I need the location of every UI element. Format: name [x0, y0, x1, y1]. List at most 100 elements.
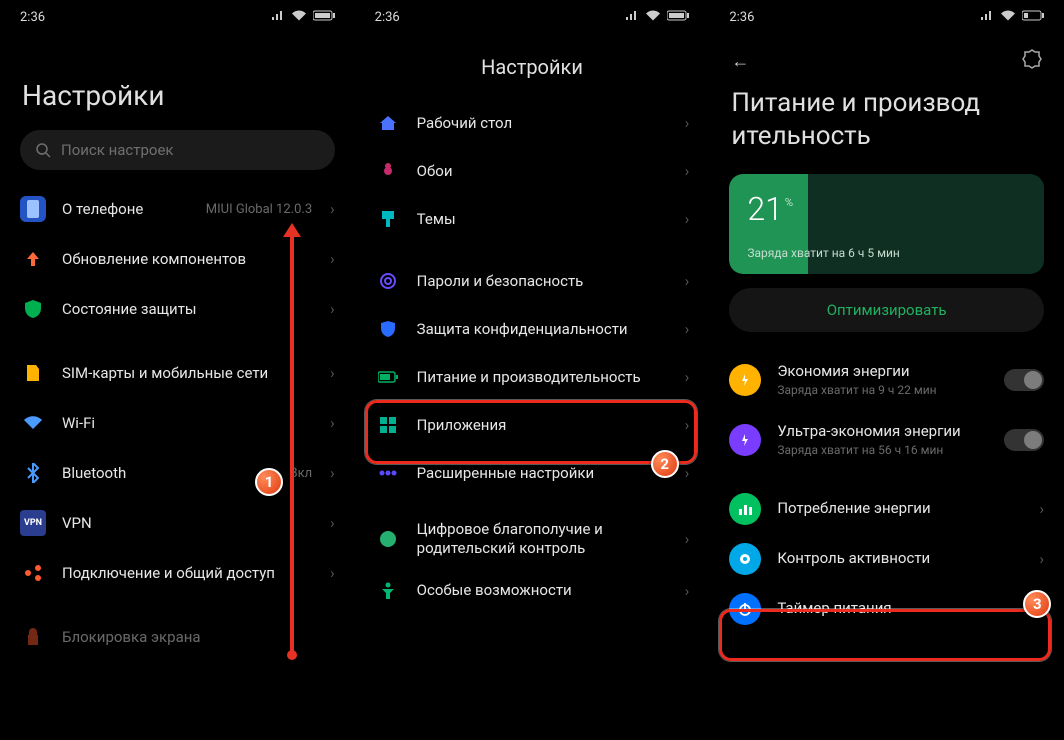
row-privacy[interactable]: Защита конфиденциальности ›	[357, 305, 708, 353]
battery-estimate: Заряда хватит на 6 ч 5 мин	[747, 246, 900, 260]
row-label: Обои	[417, 162, 669, 181]
chevron-right-icon: ›	[685, 114, 690, 132]
optimize-button[interactable]: Оптимизировать	[729, 288, 1044, 332]
phone-screen-2: 2:36 Настройки Рабочий стол › Обои › Тем…	[355, 0, 710, 740]
row-wallpaper[interactable]: Обои ›	[357, 147, 708, 195]
row-power-timer[interactable]: Таймер питания ›	[711, 584, 1062, 634]
shield-icon	[20, 296, 46, 322]
chevron-right-icon: ›	[330, 200, 335, 218]
battery-icon	[1022, 10, 1044, 25]
row-bluetooth[interactable]: Bluetooth Вкл ›	[2, 448, 353, 498]
wifi-row-icon	[20, 410, 46, 436]
row-sim[interactable]: SIM-карты и мобильные сети ›	[2, 348, 353, 398]
header-bar: ←	[711, 31, 1062, 81]
row-battery-saver[interactable]: Экономия энергии Заряда хватит на 9 ч 22…	[711, 350, 1062, 410]
arrow-up-icon	[20, 246, 46, 272]
signal-icon	[625, 10, 639, 25]
chevron-right-icon: ›	[330, 250, 335, 268]
search-placeholder: Поиск настроек	[61, 141, 174, 159]
row-label: Состояние защиты	[62, 300, 314, 319]
chevron-right-icon: ›	[330, 414, 335, 432]
row-sharing[interactable]: Подключение и общий доступ ›	[2, 548, 353, 598]
row-label: Таймер питания	[777, 599, 1023, 618]
row-label: Питание и производительность	[417, 368, 669, 387]
annotation-badge-1: 1	[255, 468, 283, 496]
row-label: Ультра-экономия энергии	[777, 422, 988, 441]
row-label: Расширенные настройки	[417, 464, 669, 483]
row-passwords[interactable]: Пароли и безопасность ›	[357, 257, 708, 305]
chevron-right-icon: ›	[330, 464, 335, 482]
row-activity-control[interactable]: Контроль активности ›	[711, 534, 1062, 584]
ultra-saver-icon	[729, 424, 761, 456]
row-label: Рабочий стол	[417, 114, 669, 133]
phone-screen-1: 2:36 Настройки Поиск настроек О телефоне…	[0, 0, 355, 740]
accessibility-icon	[375, 578, 401, 604]
row-label: Цифровое благополучие и родительский кон…	[417, 520, 669, 558]
row-label: Защита конфиденциальности	[417, 320, 669, 339]
fingerprint-icon	[375, 268, 401, 294]
share-icon	[20, 560, 46, 586]
row-value: MIUI Global 12.0.3	[206, 202, 312, 217]
chevron-right-icon: ›	[685, 464, 690, 482]
row-accessibility[interactable]: Особые возможности ›	[357, 567, 708, 615]
phone-screen-3: 2:36 ← Питание и производ ительность 21%…	[709, 0, 1064, 740]
status-time: 2:36	[375, 10, 400, 25]
row-label: SIM-карты и мобильные сети	[62, 364, 314, 383]
row-home[interactable]: Рабочий стол ›	[357, 99, 708, 147]
battery-icon	[667, 10, 689, 25]
row-label: Приложения	[417, 416, 669, 435]
shield-key-icon	[375, 316, 401, 342]
back-button[interactable]: ←	[731, 51, 749, 72]
row-label: Особые возможности	[417, 581, 669, 600]
row-ultra-saver[interactable]: Ультра-экономия энергии Заряда хватит на…	[711, 410, 1062, 470]
battery-percent: 21%	[747, 190, 791, 228]
row-sub: Заряда хватит на 9 ч 22 мин	[777, 383, 988, 398]
wifi-icon	[1000, 10, 1016, 25]
chevron-right-icon: ›	[330, 514, 335, 532]
row-label: Темы	[417, 210, 669, 229]
toggle-switch[interactable]	[1004, 369, 1044, 391]
status-bar: 2:36	[711, 0, 1062, 31]
toggle-switch[interactable]	[1004, 429, 1044, 451]
status-icons	[980, 10, 1044, 25]
row-wellbeing[interactable]: Цифровое благополучие и родительский кон…	[357, 511, 708, 567]
row-apps[interactable]: Приложения ›	[357, 401, 708, 449]
row-lockscreen[interactable]: Блокировка экрана	[2, 612, 353, 662]
row-label: Экономия энергии	[777, 362, 988, 381]
lock-icon	[20, 624, 46, 650]
chevron-right-icon: ›	[685, 416, 690, 434]
row-label: Обновление компонентов	[62, 250, 314, 269]
chevron-right-icon: ›	[330, 364, 335, 382]
signal-icon	[980, 10, 994, 25]
more-icon	[375, 460, 401, 486]
row-label: Wi-Fi	[62, 414, 314, 433]
status-bar: 2:36	[2, 0, 353, 31]
row-label: Bluetooth	[62, 464, 273, 483]
chevron-right-icon: ›	[330, 564, 335, 582]
gear-icon[interactable]	[1022, 49, 1042, 73]
chart-icon	[729, 493, 761, 525]
row-security-status[interactable]: Состояние защиты ›	[2, 284, 353, 334]
chevron-right-icon: ›	[685, 210, 690, 228]
annotation-badge-2: 2	[651, 450, 679, 478]
row-sub: Заряда хватит на 56 ч 16 мин	[777, 443, 988, 458]
row-battery-performance[interactable]: Питание и производительность ›	[357, 353, 708, 401]
page-title: Настройки	[357, 31, 708, 99]
phone-icon	[20, 196, 46, 222]
chevron-right-icon: ›	[685, 582, 690, 600]
row-updates[interactable]: Обновление компонентов ›	[2, 234, 353, 284]
battery-card[interactable]: 21% Заряда хватит на 6 ч 5 мин	[729, 174, 1044, 274]
wifi-icon	[291, 10, 307, 25]
search-input[interactable]: Поиск настроек	[20, 130, 335, 170]
status-time: 2:36	[729, 10, 754, 25]
row-wifi[interactable]: Wi-Fi ›	[2, 398, 353, 448]
chevron-right-icon: ›	[1039, 500, 1044, 518]
wifi-icon	[645, 10, 661, 25]
row-consumption[interactable]: Потребление энергии ›	[711, 484, 1062, 534]
chevron-right-icon: ›	[685, 272, 690, 290]
row-vpn[interactable]: VPN VPN ›	[2, 498, 353, 548]
signal-icon	[271, 10, 285, 25]
row-themes[interactable]: Темы ›	[357, 195, 708, 243]
status-icons	[625, 10, 689, 25]
chevron-right-icon: ›	[685, 162, 690, 180]
